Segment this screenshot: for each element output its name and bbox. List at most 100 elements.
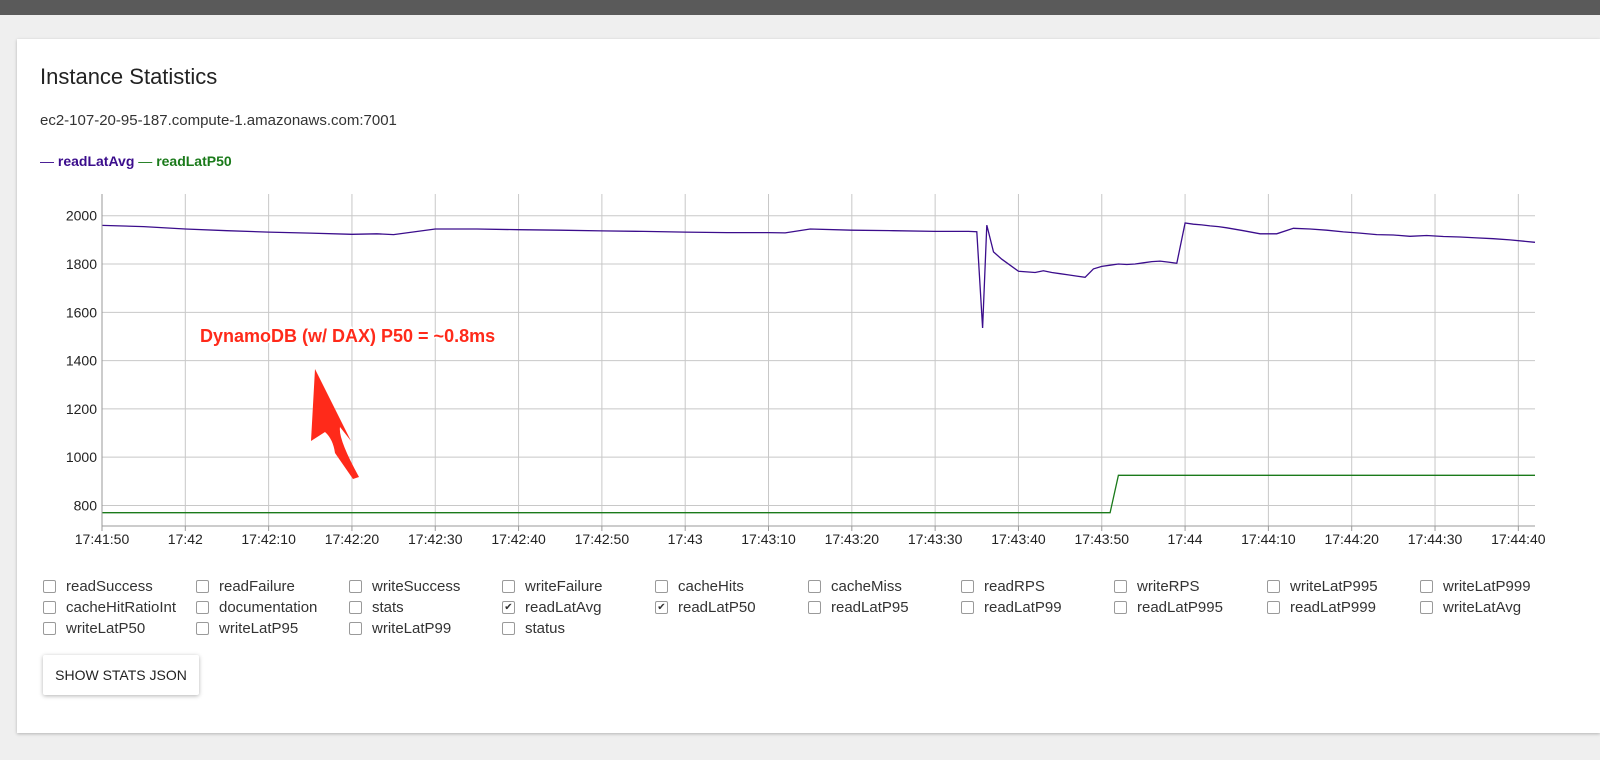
checkbox-label: writeLatP95: [219, 619, 299, 637]
checkbox-label: writeLatP99: [372, 619, 452, 637]
checkbox-label: readRPS: [984, 577, 1045, 595]
checkbox-stats[interactable]: stats: [349, 598, 502, 616]
checkbox-label: readLatP999: [1290, 598, 1376, 616]
checkbox-unchecked-icon[interactable]: [1114, 579, 1127, 593]
checkbox-label: readFailure: [219, 577, 295, 595]
checkbox-unchecked-icon[interactable]: [1267, 579, 1280, 593]
checkbox-unchecked-icon[interactable]: [1267, 600, 1280, 614]
checkbox-writelatp95[interactable]: writeLatP95: [196, 619, 349, 637]
checkbox-label: writeSuccess: [372, 577, 461, 595]
checkbox-label: status: [525, 619, 566, 637]
checkbox-label: readLatP95: [831, 598, 909, 616]
checkbox-cachemiss[interactable]: cacheMiss: [808, 577, 961, 595]
checkbox-label: documentation: [219, 598, 318, 616]
checkbox-unchecked-icon[interactable]: [808, 579, 821, 593]
checkbox-label: writeLatAvg: [1443, 598, 1522, 616]
x-tick-label: 17:43:40: [991, 531, 1046, 547]
x-tick-label: 17:42:20: [325, 531, 380, 547]
y-tick-label: 800: [74, 497, 98, 513]
instance-statistics-card: Instance Statistics ec2-107-20-95-187.co…: [17, 39, 1600, 733]
checkbox-writesuccess[interactable]: writeSuccess: [349, 577, 502, 595]
x-tick-label: 17:41:50: [75, 531, 130, 547]
x-tick-label: 17:43:10: [741, 531, 796, 547]
checkbox-label: stats: [372, 598, 404, 616]
checkbox-unchecked-icon[interactable]: [502, 621, 515, 635]
checkbox-readlatp50[interactable]: ✔ readLatP50: [655, 598, 808, 616]
checkbox-checked-icon[interactable]: ✔: [502, 600, 515, 614]
checkbox-unchecked-icon[interactable]: [808, 600, 821, 614]
checkbox-unchecked-icon[interactable]: [1114, 600, 1127, 614]
annotation-label: DynamoDB (w/ DAX) P50 = ~0.8ms: [200, 326, 495, 346]
checkbox-label: readSuccess: [66, 577, 153, 595]
y-tick-label: 1400: [66, 353, 97, 369]
checkbox-unchecked-icon[interactable]: [349, 621, 362, 635]
checkbox-readsuccess[interactable]: readSuccess: [43, 577, 196, 595]
checkbox-label: readLatP995: [1137, 598, 1223, 616]
x-tick-label: 17:42:40: [491, 531, 546, 547]
checkbox-unchecked-icon[interactable]: [1420, 579, 1433, 593]
x-tick-label: 17:44:30: [1408, 531, 1463, 547]
checkbox-label: writeLatP999: [1443, 577, 1531, 595]
checkbox-unchecked-icon[interactable]: [502, 579, 515, 593]
checkbox-label: cacheHitRatioInt: [66, 598, 177, 616]
checkbox-writerps[interactable]: writeRPS: [1114, 577, 1267, 595]
x-tick-label: 17:42:10: [241, 531, 296, 547]
checkbox-status[interactable]: status: [502, 619, 655, 637]
show-stats-json-button[interactable]: SHOW STATS JSON: [43, 655, 199, 695]
checkbox-unchecked-icon[interactable]: [43, 579, 56, 593]
checkbox-label: writeLatP50: [66, 619, 146, 637]
checkbox-unchecked-icon[interactable]: [655, 579, 668, 593]
checkbox-readlatp95[interactable]: readLatP95: [808, 598, 961, 616]
checkbox-readlatp999[interactable]: readLatP999: [1267, 598, 1420, 616]
checkbox-label: readLatAvg: [525, 598, 602, 616]
checkbox-cachehits[interactable]: cacheHits: [655, 577, 808, 595]
x-tick-label: 17:44:20: [1324, 531, 1379, 547]
checkbox-cachehitratioint[interactable]: cacheHitRatioInt: [43, 598, 196, 616]
checkbox-unchecked-icon[interactable]: [196, 600, 209, 614]
latency-line-chart: 800 1000 1200 1400 1600 1800 2000 17:41:50 17:42…: [66, 194, 1546, 547]
y-tick-label: 2000: [66, 208, 97, 224]
checkbox-label: writeFailure: [525, 577, 603, 595]
checkbox-label: writeRPS: [1137, 577, 1200, 595]
x-tick-label: 17:42:30: [408, 531, 463, 547]
checkbox-checked-icon[interactable]: ✔: [655, 600, 668, 614]
checkbox-unchecked-icon[interactable]: [1420, 600, 1433, 614]
checkbox-unchecked-icon[interactable]: [43, 600, 56, 614]
top-bar: [0, 0, 1600, 15]
checkbox-label: writeLatP995: [1290, 577, 1378, 595]
checkbox-unchecked-icon[interactable]: [349, 600, 362, 614]
checkbox-readlatp99[interactable]: readLatP99: [961, 598, 1114, 616]
x-tick-label: 17:43:20: [825, 531, 880, 547]
checkbox-documentation[interactable]: documentation: [196, 598, 349, 616]
x-tick-label: 17:42:50: [575, 531, 630, 547]
checkbox-readlatp995[interactable]: readLatP995: [1114, 598, 1267, 616]
checkbox-writelatp99[interactable]: writeLatP99: [349, 619, 502, 637]
checkbox-unchecked-icon[interactable]: [349, 579, 362, 593]
checkbox-readlatavg[interactable]: ✔ readLatAvg: [502, 598, 655, 616]
x-tick-label: 17:44: [1168, 531, 1203, 547]
checkbox-unchecked-icon[interactable]: [43, 621, 56, 635]
checkbox-writelatp50[interactable]: writeLatP50: [43, 619, 196, 637]
checkbox-readrps[interactable]: readRPS: [961, 577, 1114, 595]
x-tick-label: 17:42: [168, 531, 203, 547]
checkbox-writefailure[interactable]: writeFailure: [502, 577, 655, 595]
checkbox-writelatp999[interactable]: writeLatP999: [1420, 577, 1573, 595]
checkbox-unchecked-icon[interactable]: [196, 579, 209, 593]
y-tick-label: 1800: [66, 256, 97, 272]
x-tick-label: 17:44:10: [1241, 531, 1296, 547]
x-tick-label: 17:43: [668, 531, 703, 547]
metric-checkbox-list: readSuccess readFailure writeSuccess writeF…: [43, 577, 1588, 637]
checkbox-writelatavg[interactable]: writeLatAvg: [1420, 598, 1573, 616]
y-tick-label: 1000: [66, 449, 97, 465]
checkbox-unchecked-icon[interactable]: [196, 621, 209, 635]
checkbox-unchecked-icon[interactable]: [961, 600, 974, 614]
checkbox-label: readLatP99: [984, 598, 1062, 616]
y-tick-label: 1600: [66, 304, 97, 320]
checkbox-unchecked-icon[interactable]: [961, 579, 974, 593]
checkbox-writelatp995[interactable]: writeLatP995: [1267, 577, 1420, 595]
checkbox-readfailure[interactable]: readFailure: [196, 577, 349, 595]
x-tick-label: 17:43:50: [1075, 531, 1130, 547]
y-tick-label: 1200: [66, 401, 97, 417]
checkbox-label: cacheHits: [678, 577, 744, 595]
x-tick-label: 17:44:40: [1491, 531, 1546, 547]
